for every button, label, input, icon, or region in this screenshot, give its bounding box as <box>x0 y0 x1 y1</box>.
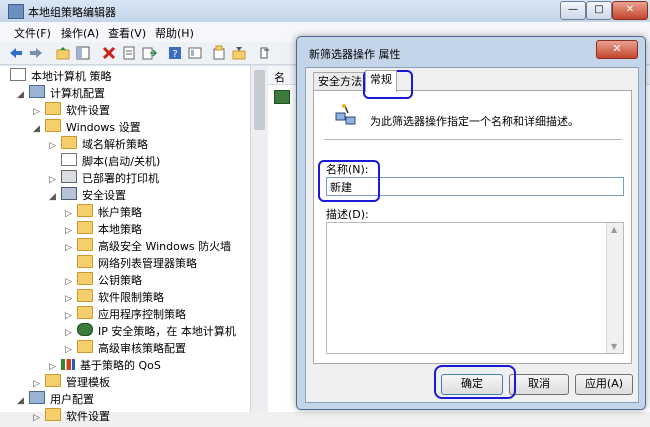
tree-item[interactable]: ▷ 基于策略的 QoS <box>49 357 161 374</box>
script-icon <box>61 153 77 166</box>
tree-item[interactable]: ◢ 计算机配置 <box>17 85 105 102</box>
tree-item[interactable]: ▷ 软件限制策略 <box>65 289 164 306</box>
back-arrow-icon[interactable] <box>8 45 24 61</box>
folder-icon <box>77 289 93 302</box>
tab-panel-general: 为此筛选器操作指定一个名称和详细描述。 名称(N): 新建 描述(D): ▲ ▼ <box>313 90 632 364</box>
tree-item[interactable]: ▷ 帐户策略 <box>65 204 142 221</box>
tree-item[interactable]: 网络列表管理器策略 <box>65 255 197 272</box>
expand-arrow-icon[interactable]: ◢ <box>17 87 27 104</box>
qos-chart-icon <box>61 359 75 370</box>
menu-view[interactable]: 查看(V) <box>108 25 146 41</box>
tree-pane: 本地计算机 策略 ◢ 计算机配置 ▷ 软件设置 ◢ Windows 设置 ▷ 域名解析策… <box>0 66 251 423</box>
properties-icon[interactable] <box>121 45 137 61</box>
tree-item[interactable]: ◢ Windows 设置 <box>33 119 141 136</box>
expand-arrow-icon[interactable]: ◢ <box>33 121 43 138</box>
scroll-up-icon[interactable]: ▲ <box>611 225 617 234</box>
tree-item-ip-security[interactable]: ▷ IP 安全策略，在 本地计算机 <box>65 323 236 340</box>
computer-icon <box>29 85 45 98</box>
add-policy-icon[interactable] <box>211 45 227 61</box>
tree-item[interactable]: ▷ 域名解析策略 <box>49 136 148 153</box>
folder-icon <box>77 272 93 285</box>
folder-icon <box>45 102 61 115</box>
ip-security-icon <box>77 323 93 336</box>
policy-icon[interactable] <box>274 90 290 104</box>
policy-doc-icon <box>10 68 26 81</box>
menu-action[interactable]: 操作(A) <box>61 25 99 41</box>
folder-icon <box>61 136 77 149</box>
folder-icon <box>45 119 61 132</box>
expand-arrow-icon[interactable]: ◢ <box>17 393 27 410</box>
tree-item[interactable]: ▷ 软件设置 <box>33 102 110 119</box>
help-icon[interactable]: ? <box>167 45 183 61</box>
tree-item[interactable]: ▷ 已部署的打印机 <box>49 170 159 187</box>
cancel-button[interactable]: 取消 <box>509 374 569 395</box>
lock-folder-icon <box>77 204 93 217</box>
close-button[interactable]: ✕ <box>612 1 648 20</box>
folder-icon <box>45 408 61 421</box>
description-text: 为此筛选器操作指定一个名称和详细描述。 <box>370 115 579 128</box>
export-list-icon[interactable] <box>141 45 157 61</box>
tree-item[interactable]: 脚本(启动/关机) <box>49 153 160 170</box>
svg-text:?: ? <box>172 49 177 60</box>
forward-arrow-icon[interactable] <box>28 45 44 61</box>
show-hide-tree-icon[interactable] <box>75 45 91 61</box>
dialog-title: 新筛选器操作 属性 <box>309 48 401 61</box>
tree-item[interactable]: 本地计算机 策略 <box>10 68 112 85</box>
tree-item[interactable]: ▷ 高级安全 Windows 防火墙 <box>65 238 231 255</box>
menu-help[interactable]: 帮助(H) <box>155 25 194 41</box>
title-bar: 本地组策略编辑器 — □ ✕ <box>0 0 650 22</box>
properties-dialog: 新筛选器操作 属性 ✕ 安全方法 常规 为此筛选器操作指定一个名称和详细描述。 … <box>296 36 646 410</box>
folder-icon <box>77 238 93 251</box>
manage-filter-icon[interactable] <box>231 45 247 61</box>
dialog-close-button[interactable]: ✕ <box>596 40 638 59</box>
window-title: 本地组策略编辑器 <box>28 6 116 19</box>
up-folder-icon[interactable] <box>55 45 71 61</box>
folder-icon <box>77 255 93 268</box>
folder-icon <box>77 340 93 353</box>
tree-item[interactable]: ▷ 高级审核策略配置 <box>65 340 186 357</box>
assign-icon[interactable] <box>257 45 273 61</box>
menu-file[interactable]: 文件(F) <box>14 25 51 41</box>
view-icon[interactable] <box>187 45 203 61</box>
separator <box>324 139 622 140</box>
tree-item[interactable]: ▷ 管理模板 <box>33 374 110 391</box>
description-field[interactable]: ▲ ▼ <box>326 222 624 354</box>
maximize-button[interactable]: □ <box>586 1 612 20</box>
expand-arrow-icon[interactable]: ◢ <box>49 189 59 206</box>
description-label: 描述(D): <box>326 208 369 221</box>
folder-icon <box>45 374 61 387</box>
dialog-body: 安全方法 常规 为此筛选器操作指定一个名称和详细描述。 名称(N): 新建 描述… <box>305 67 639 403</box>
user-config-icon <box>29 391 45 404</box>
lock-folder-icon <box>77 221 93 234</box>
tree-item[interactable]: ◢ 用户配置 <box>17 391 94 408</box>
tree-item[interactable]: ▷ 应用程序控制策略 <box>65 306 186 323</box>
tree-item[interactable]: ▷ 本地策略 <box>65 221 142 238</box>
app-icon <box>8 4 24 19</box>
tab-general[interactable]: 常规 <box>365 70 397 92</box>
tab-security-methods[interactable]: 安全方法 <box>313 72 367 91</box>
folder-icon <box>77 306 93 319</box>
filter-action-icon <box>335 104 356 125</box>
minimize-button[interactable]: — <box>560 1 586 20</box>
description-scrollbar[interactable]: ▲ ▼ <box>606 223 623 353</box>
printer-icon <box>61 170 77 183</box>
annotation-ok-highlight <box>434 365 516 399</box>
security-icon <box>61 187 77 200</box>
apply-button[interactable]: 应用(A) <box>575 374 633 395</box>
tree-item[interactable]: ◢ 安全设置 <box>49 187 126 204</box>
annotation-name-highlight <box>318 160 380 202</box>
tree-scrollbar[interactable] <box>250 66 268 412</box>
tree-item[interactable]: ▷ 公钥策略 <box>65 272 142 289</box>
expand-arrow-icon[interactable]: ▷ <box>33 410 43 427</box>
scroll-thumb[interactable] <box>254 70 265 130</box>
delete-icon[interactable] <box>101 45 117 61</box>
scroll-down-icon[interactable]: ▼ <box>611 342 617 351</box>
tree-item[interactable]: ▷ 软件设置 <box>33 408 110 425</box>
